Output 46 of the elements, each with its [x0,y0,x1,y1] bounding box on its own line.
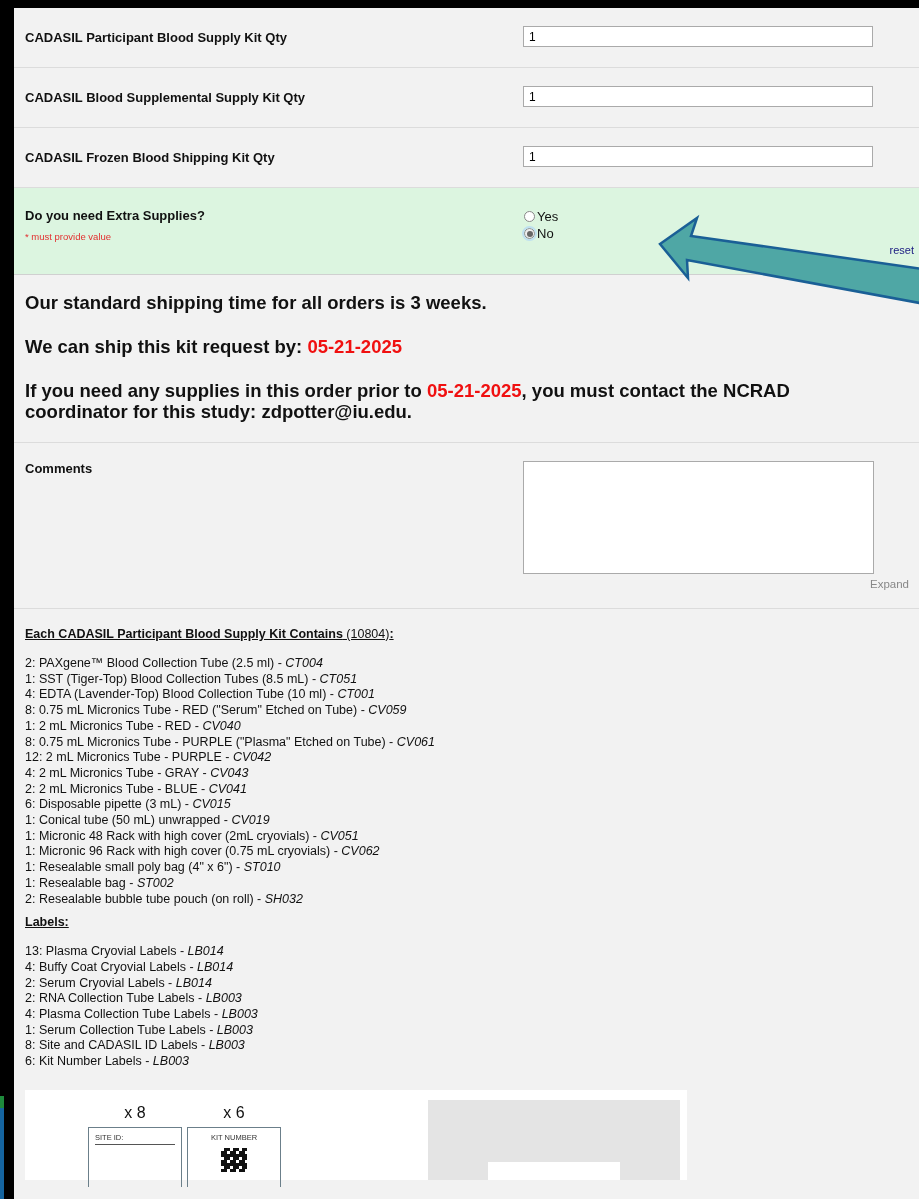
info-text: We can ship this kit request by: 05-21-2025 [25,336,403,357]
list-item: 2: Resealable bubble tube pouch (on roll) - SH032 [25,891,304,908]
radio-button[interactable] [524,211,535,222]
quantity-field[interactable]: 1 [523,26,873,47]
list-item: 8: Site and CADASIL ID Labels - LB003 [25,1038,246,1055]
list-item: 13: Plasma Cryovial Labels - LB014 [25,944,225,960]
quantity-field[interactable]: 1 [523,146,873,167]
field-label: CADASIL Blood Supplemental Supply Kit Qty [25,89,306,107]
list-item: 4: Buffy Coat Cryovial Labels - LB014 [25,959,235,976]
list-item: 1: Micronic 48 Rack with high cover (2mL cryovials) - CV051 [25,828,360,845]
info-text: Our standard shipping time for all orders is 3 weeks. [25,292,488,313]
quantity-field[interactable]: 1 [523,86,873,107]
list-item: 1: Micronic 96 Rack with high cover (0.75 mL cryovials) - CV062 [25,844,381,861]
required-note: * must provide value [25,231,113,242]
list-item: 2: RNA Collection Tube Labels - LB003 [25,991,243,1008]
list-item: 4: EDTA (Lavender-Top) Blood Collection Tube (10 ml) - CT001 [25,687,376,704]
list-item: 2: Serum Cryovial Labels - LB014 [25,975,213,992]
list-item: 1: SST (Tiger-Top) Blood Collection Tubes (8.5 mL) - CT051 [25,671,359,688]
section-heading: Labels: [25,915,70,931]
list-item: 12: 2 mL Micronics Tube - PURPLE - CV042 [25,750,273,766]
radio-button[interactable] [524,228,535,239]
list-item: 6: Disposable pipette (3 mL) - CV015 [25,797,232,814]
field-label: Comments [25,461,93,476]
list-item: 1: Conical tube (50 mL) unwrapped - CV019 [25,813,271,829]
list-item: 4: 2 mL Micronics Tube - GRAY - CV043 [25,765,250,782]
list-item: 2: 2 mL Micronics Tube - BLUE - CV041 [25,781,248,798]
option-label: No [537,226,554,241]
field-label: CADASIL Frozen Blood Shipping Kit Qty [25,149,276,167]
list-item: 1: Resealable small poly bag (4" x 6") - ST010 [25,860,282,876]
field-label: CADASIL Participant Blood Supply Kit Qty [25,29,288,47]
list-item: 8: 0.75 mL Micronics Tube - RED ("Serum" Etched on Tube) - CV059 [25,703,408,719]
list-item: 8: 0.75 mL Micronics Tube - PURPLE ("Plasma" Etched on Tube) - CV061 [25,734,436,751]
list-item: 1: Resealable bag - ST002 [25,875,175,892]
info-text: If you need any supplies in this order prior to 05-21-2025, you must contact the NCRAD coordinator for this study: zdpotter@iu.edu. [25,380,791,422]
count-label: x 8 [124,1103,146,1122]
reset-link[interactable]: reset [889,244,914,256]
list-item: 6: Kit Number Labels - LB003 [25,1054,190,1070]
count-label: x 6 [223,1103,245,1122]
list-item: 1: Serum Collection Tube Labels - LB003 [25,1022,254,1039]
section-heading: Each CADASIL Participant Blood Supply Kit Contains (10804): [25,627,395,642]
option-label: Yes [537,209,559,224]
backdrop-stripe [0,1096,4,1108]
list-item: 2: PAXgene™ Blood Collection Tube (2.5 ml) - CT004 [25,656,324,672]
list-item: 4: Plasma Collection Tube Labels - LB003 [25,1007,259,1023]
list-item: 1: 2 mL Micronics Tube - RED - CV040 [25,718,242,735]
question-label: Do you need Extra Supplies? [25,208,206,223]
